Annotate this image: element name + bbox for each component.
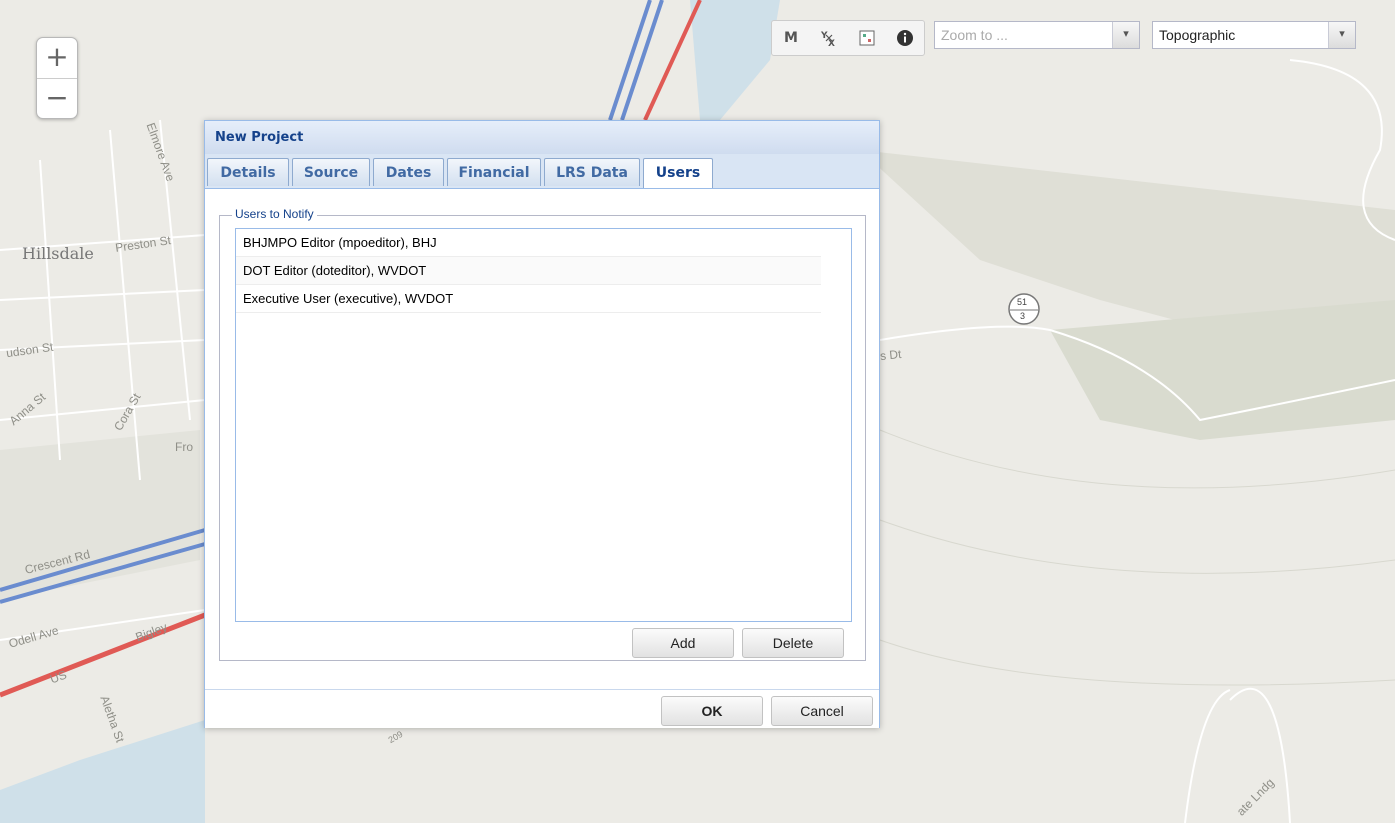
zoom-control: + − (36, 37, 78, 119)
tab-lrs-data[interactable]: LRS Data (544, 158, 640, 186)
list-item[interactable]: BHJMPO Editor (mpoeditor), BHJ (236, 229, 821, 257)
tab-financial[interactable]: Financial (447, 158, 541, 186)
list-item[interactable]: DOT Editor (doteditor), WVDOT (236, 257, 821, 285)
map-label-hillsdale: Hillsdale (22, 244, 94, 263)
cancel-button[interactable]: Cancel (771, 696, 873, 726)
zoom-out-button[interactable]: − (37, 78, 77, 119)
new-project-dialog: New Project Details Source Dates Financi… (204, 120, 880, 728)
zoom-to-input[interactable]: Zoom to ... (941, 22, 1008, 48)
info-icon[interactable] (891, 25, 919, 51)
tab-dates[interactable]: Dates (373, 158, 444, 186)
route-shield-top: 51 (1017, 297, 1028, 307)
users-grid: BHJMPO Editor (mpoeditor), BHJ DOT Edito… (235, 228, 852, 622)
dialog-footer: OK Cancel (205, 689, 879, 728)
map-label-road-dt: s Dt (879, 346, 903, 364)
dialog-header[interactable]: New Project (205, 121, 879, 155)
map-label-fro: Fro (175, 440, 193, 454)
delete-user-button[interactable]: Delete (742, 628, 844, 658)
tab-source[interactable]: Source (292, 158, 370, 186)
tab-strip: Details Source Dates Financial LRS Data … (205, 154, 879, 189)
ok-button[interactable]: OK (661, 696, 763, 726)
chevron-down-icon[interactable]: ▾ (1328, 22, 1355, 48)
zoom-in-button[interactable]: + (37, 38, 77, 78)
add-user-button[interactable]: Add (632, 628, 734, 658)
map-toolbar: M YX (771, 20, 925, 56)
route-shield-bottom: 3 (1020, 311, 1026, 321)
tab-users[interactable]: Users (643, 158, 713, 188)
chevron-down-icon[interactable]: ▾ (1112, 22, 1139, 48)
basemap-combo[interactable]: Topographic ▾ (1152, 21, 1356, 49)
tab-details[interactable]: Details (207, 158, 289, 186)
coordinates-icon[interactable]: YX (815, 25, 843, 51)
users-to-notify-fieldset: Users to Notify BHJMPO Editor (mpoeditor… (219, 207, 866, 661)
basemap-value: Topographic (1159, 27, 1236, 43)
zoom-to-combo[interactable]: Zoom to ... ▾ (934, 21, 1140, 49)
dialog-title: New Project (215, 130, 304, 145)
list-item[interactable]: Executive User (executive), WVDOT (236, 285, 821, 313)
users-panel: Users to Notify BHJMPO Editor (mpoeditor… (205, 189, 879, 689)
fieldset-legend: Users to Notify (232, 207, 317, 221)
legend-icon[interactable] (853, 25, 881, 51)
measure-button[interactable]: M (777, 25, 805, 51)
